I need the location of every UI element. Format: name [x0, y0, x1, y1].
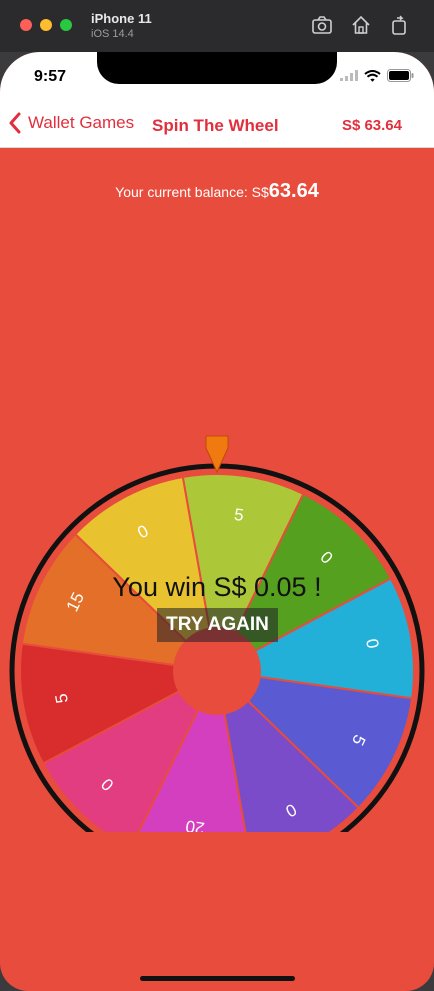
back-button[interactable]: Wallet Games	[8, 112, 134, 134]
simulator-os-version: iOS 14.4	[91, 28, 134, 40]
rotate-icon[interactable]	[388, 14, 410, 36]
home-icon[interactable]	[350, 14, 372, 36]
back-button-label: Wallet Games	[28, 113, 135, 132]
cellular-signal-icon	[340, 70, 358, 81]
current-balance: Your current balance: S$63.64	[0, 180, 434, 203]
simulator-titlebar: iPhone 11 iOS 14.4	[0, 0, 434, 52]
page-title: Spin The Wheel	[152, 116, 279, 135]
prize-wheel[interactable]: 5 0 0 5 0 20 0 5 15 0	[0, 382, 434, 832]
win-message: You win S$ 0.05 !	[112, 572, 322, 602]
device-notch	[97, 52, 337, 84]
home-indicator	[140, 976, 295, 981]
status-time: 9:57	[34, 68, 67, 85]
navigation-bar: Wallet Games Spin The Wheel S$ 63.64	[0, 102, 434, 148]
status-icons	[340, 69, 414, 82]
try-again-button[interactable]: TRY AGAIN	[157, 608, 278, 642]
zoom-window-button[interactable]	[60, 19, 72, 31]
wifi-icon	[364, 69, 381, 82]
status-bar: 9:57	[0, 52, 434, 102]
minimize-window-button[interactable]	[40, 19, 52, 31]
close-window-button[interactable]	[20, 19, 32, 31]
wheel-segment-label: 20	[184, 816, 205, 832]
chevron-left-icon	[9, 112, 21, 134]
simulator-device-name: iPhone 11	[91, 11, 152, 26]
balance-prefix: Your current balance: S$	[115, 184, 269, 200]
wheel-svg: 500502005150	[9, 435, 425, 832]
screenshot-icon[interactable]	[311, 14, 333, 36]
nav-balance: S$ 63.64	[341, 117, 402, 134]
device-screen: 9:57 Wallet Games Spin The Wheel S$ 63.6…	[0, 52, 434, 991]
battery-icon	[387, 69, 414, 82]
balance-amount: 63.64	[268, 180, 319, 202]
